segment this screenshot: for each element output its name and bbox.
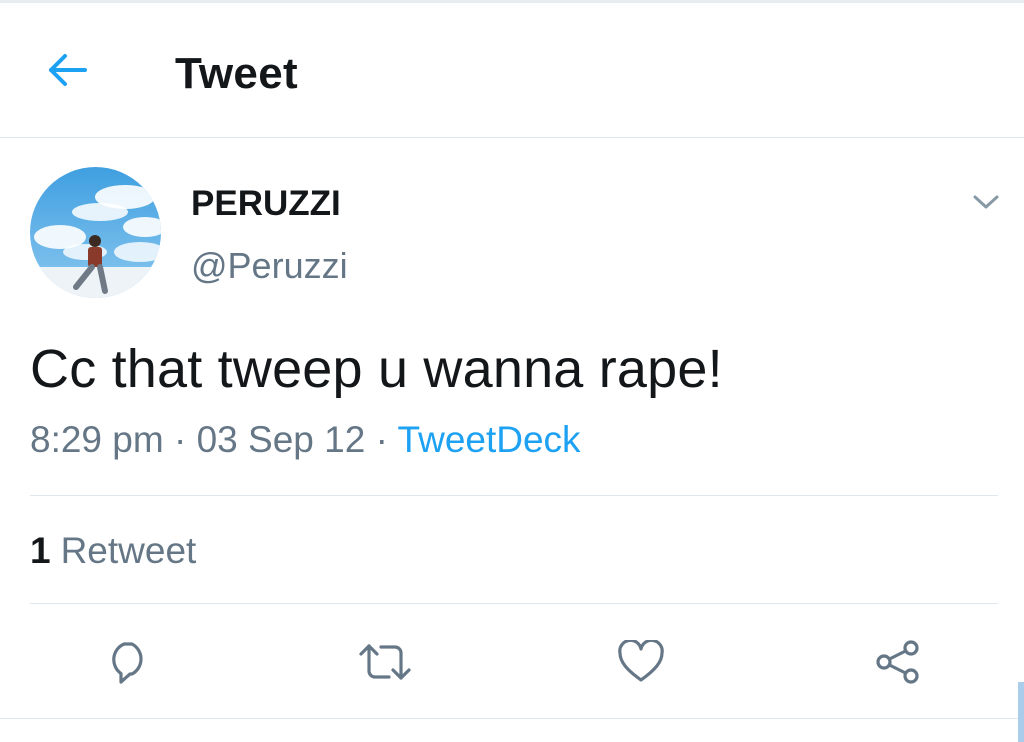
retweet-stats[interactable]: 1 Retweet: [30, 530, 196, 572]
divider: [0, 718, 1024, 719]
tweet-time: 8:29 pm: [30, 419, 164, 460]
scrollbar[interactable]: [1018, 682, 1024, 742]
divider: [30, 495, 998, 496]
avatar[interactable]: [30, 167, 161, 298]
page-title: Tweet: [175, 49, 298, 98]
back-button[interactable]: [40, 48, 96, 96]
reply-icon: [104, 638, 152, 691]
meta-separator: ·: [375, 419, 388, 460]
retweet-button[interactable]: [355, 636, 415, 692]
tweet-options-button[interactable]: [966, 188, 1006, 220]
retweet-count: 1: [30, 530, 51, 571]
reply-button[interactable]: [98, 636, 158, 692]
meta-separator: ·: [173, 419, 187, 460]
tweet-detail-screen: Tweet PERUZZI @Peruzzi Cc that tweep u w…: [0, 0, 1024, 742]
heart-icon: [617, 638, 665, 689]
retweet-label: Retweet: [60, 530, 197, 571]
like-button[interactable]: [611, 636, 671, 692]
retweet-icon: [358, 640, 412, 689]
tweet-meta: 8:29 pm · 03 Sep 12 · TweetDeck: [30, 419, 581, 461]
tweet-source-link[interactable]: TweetDeck: [398, 419, 581, 460]
tweet-text: Cc that tweep u wanna rape!: [30, 339, 723, 399]
app-header: Tweet: [0, 3, 1024, 138]
author-display-name[interactable]: PERUZZI: [191, 184, 341, 224]
author-handle[interactable]: @Peruzzi: [191, 245, 348, 287]
chevron-down-icon: [972, 193, 1000, 216]
divider: [30, 603, 998, 604]
tweet-date: 03 Sep 12: [196, 419, 366, 460]
arrow-left-icon: [47, 52, 89, 93]
share-icon: [874, 638, 922, 691]
share-button[interactable]: [868, 636, 928, 692]
